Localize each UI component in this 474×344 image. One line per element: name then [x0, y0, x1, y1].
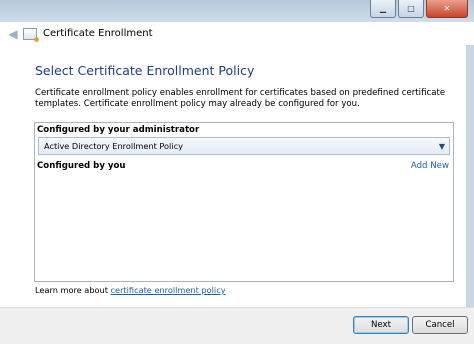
- user-group-header: Configured by you: [37, 161, 126, 171]
- learn-more-prefix: Learn more about: [35, 285, 111, 295]
- minimize-button[interactable]: ▁: [370, 0, 396, 18]
- back-arrow-icon[interactable]: ◀: [6, 27, 20, 41]
- cancel-button[interactable]: Cancel: [412, 316, 468, 334]
- close-icon: ✕: [443, 4, 451, 13]
- maximize-icon: □: [407, 4, 415, 13]
- window-controls: ▁ □ ✕: [370, 0, 468, 18]
- window-frame: [466, 45, 474, 343]
- close-button[interactable]: ✕: [426, 0, 468, 18]
- certificate-icon: [23, 27, 39, 42]
- page-title: Select Certificate Enrollment Policy: [35, 63, 255, 78]
- learn-more-link[interactable]: certificate enrollment policy: [111, 285, 226, 295]
- window-title: Certificate Enrollment: [43, 28, 153, 39]
- maximize-button[interactable]: □: [398, 0, 424, 18]
- admin-group-header: Configured by your administrator: [37, 125, 200, 135]
- policy-item-label: Active Directory Enrollment Policy: [44, 141, 183, 151]
- chevron-down-icon[interactable]: ▼: [439, 142, 445, 151]
- page-description: Certificate enrollment policy enables en…: [35, 88, 446, 109]
- add-new-link[interactable]: Add New: [411, 161, 449, 171]
- minimize-icon: ▁: [379, 4, 387, 13]
- policy-list: Configured by your administrator Active …: [34, 122, 454, 282]
- next-button[interactable]: Next: [353, 316, 409, 334]
- learn-more: Learn more about certificate enrollment …: [35, 285, 226, 295]
- button-bar: Next Cancel: [0, 307, 474, 344]
- title-bar: ◀ Certificate Enrollment: [0, 22, 474, 45]
- policy-item-active-directory[interactable]: Active Directory Enrollment Policy ▼: [38, 137, 450, 155]
- wizard-content: Select Certificate Enrollment Policy Cer…: [0, 45, 474, 307]
